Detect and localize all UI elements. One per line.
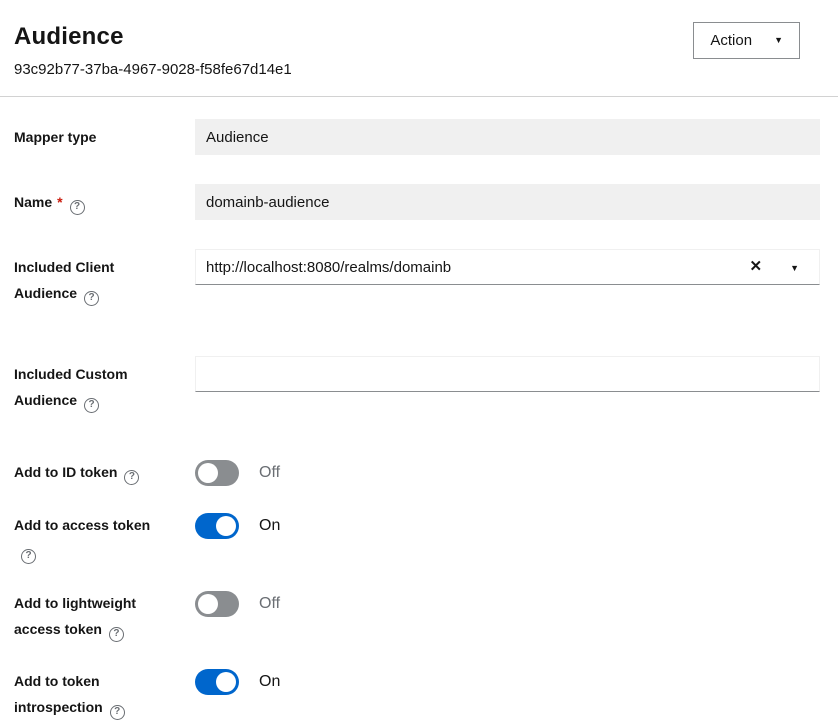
mapper-form: Mapper type Name *? Included Client Audie… — [0, 97, 838, 720]
included-custom-audience-input[interactable] — [195, 356, 820, 392]
mapper-type-label-col: Mapper type — [14, 119, 195, 150]
action-dropdown-label: Action — [710, 32, 752, 49]
form-row-add-to-lightweight-access-token: Add to lightweight access token? Off — [14, 590, 820, 642]
add-to-token-introspection-field-col: On — [195, 668, 820, 695]
page-header: Audience 93c92b77-37ba-4967-9028-f58fe67… — [0, 0, 838, 96]
add-to-id-token-help-icon[interactable]: ? — [124, 470, 139, 485]
add-to-access-token-help-icon[interactable]: ? — [21, 549, 36, 564]
form-row-included-custom-audience: Included Custom Audience? — [14, 356, 820, 413]
clear-selection-icon[interactable]: ✕ — [736, 250, 777, 284]
add-to-id-token-field-col: Off — [195, 459, 820, 486]
included-custom-audience-label-col: Included Custom Audience? — [14, 356, 195, 413]
add-to-id-token-label: Add to ID token — [14, 464, 117, 480]
included-client-audience-help-icon[interactable]: ? — [84, 291, 99, 306]
form-row-mapper-type: Mapper type — [14, 119, 820, 155]
included-custom-audience-help-icon[interactable]: ? — [84, 398, 99, 413]
included-client-audience-value: http://localhost:8080/realms/domainb — [206, 259, 736, 276]
header-text: Audience 93c92b77-37ba-4967-9028-f58fe67… — [14, 22, 292, 80]
switch-knob — [216, 516, 236, 536]
form-row-name: Name *? — [14, 184, 820, 220]
add-to-token-introspection-label: Add to token introspection — [14, 673, 103, 715]
name-help-icon[interactable]: ? — [70, 200, 85, 215]
add-to-lightweight-access-token-help-icon[interactable]: ? — [109, 627, 124, 642]
add-to-access-token-state-label: On — [259, 517, 280, 535]
add-to-id-token-switch[interactable] — [195, 460, 239, 486]
name-field-col — [195, 184, 820, 220]
mapper-type-input[interactable] — [195, 119, 820, 155]
add-to-access-token-label: Add to access token — [14, 517, 150, 533]
page-title: Audience — [14, 22, 292, 52]
included-custom-audience-label: Included Custom Audience — [14, 366, 128, 408]
add-to-token-introspection-state-label: On — [259, 673, 280, 691]
name-input[interactable] — [195, 184, 820, 220]
form-row-add-to-access-token: Add to access token? On — [14, 512, 820, 564]
required-asterisk: * — [57, 194, 62, 210]
add-to-token-introspection-help-icon[interactable]: ? — [110, 705, 125, 720]
form-row-included-client-audience: Included Client Audience? http://localho… — [14, 249, 820, 306]
mapper-type-field-col — [195, 119, 820, 155]
mapper-details-page: Audience 93c92b77-37ba-4967-9028-f58fe67… — [0, 0, 838, 699]
included-client-audience-label: Included Client Audience — [14, 259, 114, 301]
included-custom-audience-field-col — [195, 356, 820, 392]
select-caret-down-icon[interactable]: ▼ — [776, 250, 819, 284]
included-client-audience-select[interactable]: http://localhost:8080/realms/domainb ✕ ▼ — [195, 249, 820, 285]
name-label: Name — [14, 194, 52, 210]
form-row-add-to-token-introspection: Add to token introspection? On — [14, 668, 820, 720]
switch-knob — [198, 463, 218, 483]
switch-knob — [216, 672, 236, 692]
add-to-access-token-field-col: On — [195, 512, 820, 539]
name-label-col: Name *? — [14, 184, 195, 215]
included-client-audience-field-col: http://localhost:8080/realms/domainb ✕ ▼ — [195, 249, 820, 285]
add-to-lightweight-access-token-switch[interactable] — [195, 591, 239, 617]
add-to-token-introspection-label-col: Add to token introspection? — [14, 668, 195, 720]
add-to-lightweight-access-token-label-col: Add to lightweight access token? — [14, 590, 195, 642]
switch-knob — [198, 594, 218, 614]
mapper-id: 93c92b77-37ba-4967-9028-f58fe67d14e1 — [14, 60, 292, 80]
form-row-add-to-id-token: Add to ID token? Off — [14, 459, 820, 486]
action-dropdown-button[interactable]: Action ▼ — [693, 22, 800, 59]
included-client-audience-label-col: Included Client Audience? — [14, 249, 195, 306]
mapper-type-label: Mapper type — [14, 129, 96, 145]
add-to-token-introspection-switch[interactable] — [195, 669, 239, 695]
add-to-lightweight-access-token-state-label: Off — [259, 595, 280, 613]
caret-down-icon: ▼ — [774, 36, 783, 45]
add-to-lightweight-access-token-field-col: Off — [195, 590, 820, 617]
add-to-id-token-state-label: Off — [259, 464, 280, 482]
add-to-id-token-label-col: Add to ID token? — [14, 459, 195, 485]
add-to-access-token-switch[interactable] — [195, 513, 239, 539]
add-to-access-token-label-col: Add to access token? — [14, 512, 195, 564]
